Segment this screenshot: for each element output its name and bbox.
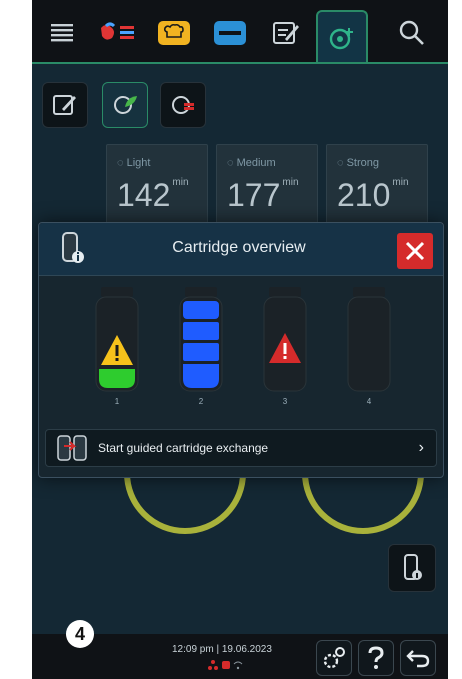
date: 19.06.2023: [221, 644, 272, 655]
exchange-label: Start guided cartridge exchange: [98, 441, 269, 455]
back-button[interactable]: [400, 640, 436, 676]
cooking-modes-icon: [101, 22, 134, 40]
cartridge-number: 1: [114, 397, 120, 406]
cartridge-info-icon: [57, 231, 87, 272]
program-tile-strong[interactable]: ◌ Strong 210 min: [326, 144, 428, 226]
program-label: ◌ Medium: [227, 157, 276, 169]
cartridge-3[interactable]: [261, 285, 309, 411]
program-label: ◌ Light: [117, 157, 151, 169]
care-leaf-icon: [114, 96, 137, 114]
program-list-icon: [214, 21, 246, 45]
menu-lines-icon: [51, 24, 73, 42]
care-cleaning-icon: [329, 28, 353, 50]
cartridge-warning-icon: [95, 287, 139, 392]
chevron-right-icon: ›: [418, 439, 424, 456]
tab-programs[interactable]: [206, 10, 254, 56]
program-duration: 177 min: [227, 177, 299, 213]
cartridge-empty-icon: [347, 287, 391, 392]
tab-cooking-modes[interactable]: [94, 10, 142, 56]
status-icons: [208, 660, 243, 672]
program-tile-light[interactable]: ◌ Light 142 min: [106, 144, 208, 226]
question-icon: [368, 646, 384, 669]
time: 12:09 pm: [172, 644, 214, 655]
edit-note-icon: [273, 22, 299, 44]
dialog-header: Cartridge overview: [39, 223, 443, 276]
step-number-badge: 4: [66, 620, 94, 648]
wifi-icon: [233, 661, 243, 670]
cartridge-overview-dialog: Cartridge overview 1 2 3 4 Start guided …: [38, 222, 444, 478]
cartridge-exchange-icon: [57, 435, 87, 461]
screen: ◌ Light 142 min ◌ Medium 177 min ◌ Strong …: [32, 0, 448, 679]
care-plus-button[interactable]: [160, 82, 206, 128]
cartridge-info-icon: [404, 554, 422, 580]
cartridge-number: 4: [366, 397, 372, 406]
gear-icon: [323, 647, 345, 669]
cartridge-2[interactable]: [177, 285, 225, 411]
program-tile-medium[interactable]: ◌ Medium 177 min: [216, 144, 318, 226]
network-icon: [208, 660, 218, 670]
device-frame: ◌ Light 142 min ◌ Medium 177 min ◌ Strong …: [0, 0, 462, 679]
close-icon: [405, 241, 425, 261]
close-button[interactable]: [397, 233, 433, 269]
tab-care[interactable]: [316, 10, 368, 64]
device-icon: [221, 661, 230, 669]
separator: |: [216, 644, 220, 655]
tab-notes[interactable]: [262, 10, 310, 56]
edit-button[interactable]: [42, 82, 88, 128]
back-arrow-icon: [406, 650, 430, 668]
cartridge-info-button[interactable]: [388, 544, 436, 592]
care-program-button[interactable]: [102, 82, 148, 128]
bottom-status-bar: 12:09 pm | 19.06.2023: [32, 634, 448, 679]
top-tab-bar: [32, 0, 448, 64]
edit-icon: [53, 95, 76, 115]
tab-menu[interactable]: [38, 10, 86, 56]
settings-button[interactable]: [316, 640, 352, 676]
cartridge-number: 2: [198, 397, 204, 406]
start-cartridge-exchange-button[interactable]: Start guided cartridge exchange ›: [45, 429, 437, 467]
help-button[interactable]: [358, 640, 394, 676]
cartridge-full-icon: [179, 287, 223, 392]
cartridge-1[interactable]: [93, 285, 141, 411]
cartridge-error-icon: [263, 287, 307, 392]
dialog-title: Cartridge overview: [172, 239, 306, 256]
cartridge-number: 3: [282, 397, 288, 406]
care-plus-icon: [172, 96, 194, 114]
search-icon: [399, 20, 424, 45]
tab-search[interactable]: [388, 10, 436, 56]
clock: 12:09 pm | 19.06.2023: [172, 644, 272, 655]
tab-chef[interactable]: [150, 10, 198, 56]
program-duration: 210 min: [337, 177, 409, 213]
program-label: ◌ Strong: [337, 157, 380, 169]
chef-hat-icon: [158, 21, 190, 45]
cartridge-4[interactable]: [345, 285, 393, 411]
program-duration: 142 min: [117, 177, 189, 213]
